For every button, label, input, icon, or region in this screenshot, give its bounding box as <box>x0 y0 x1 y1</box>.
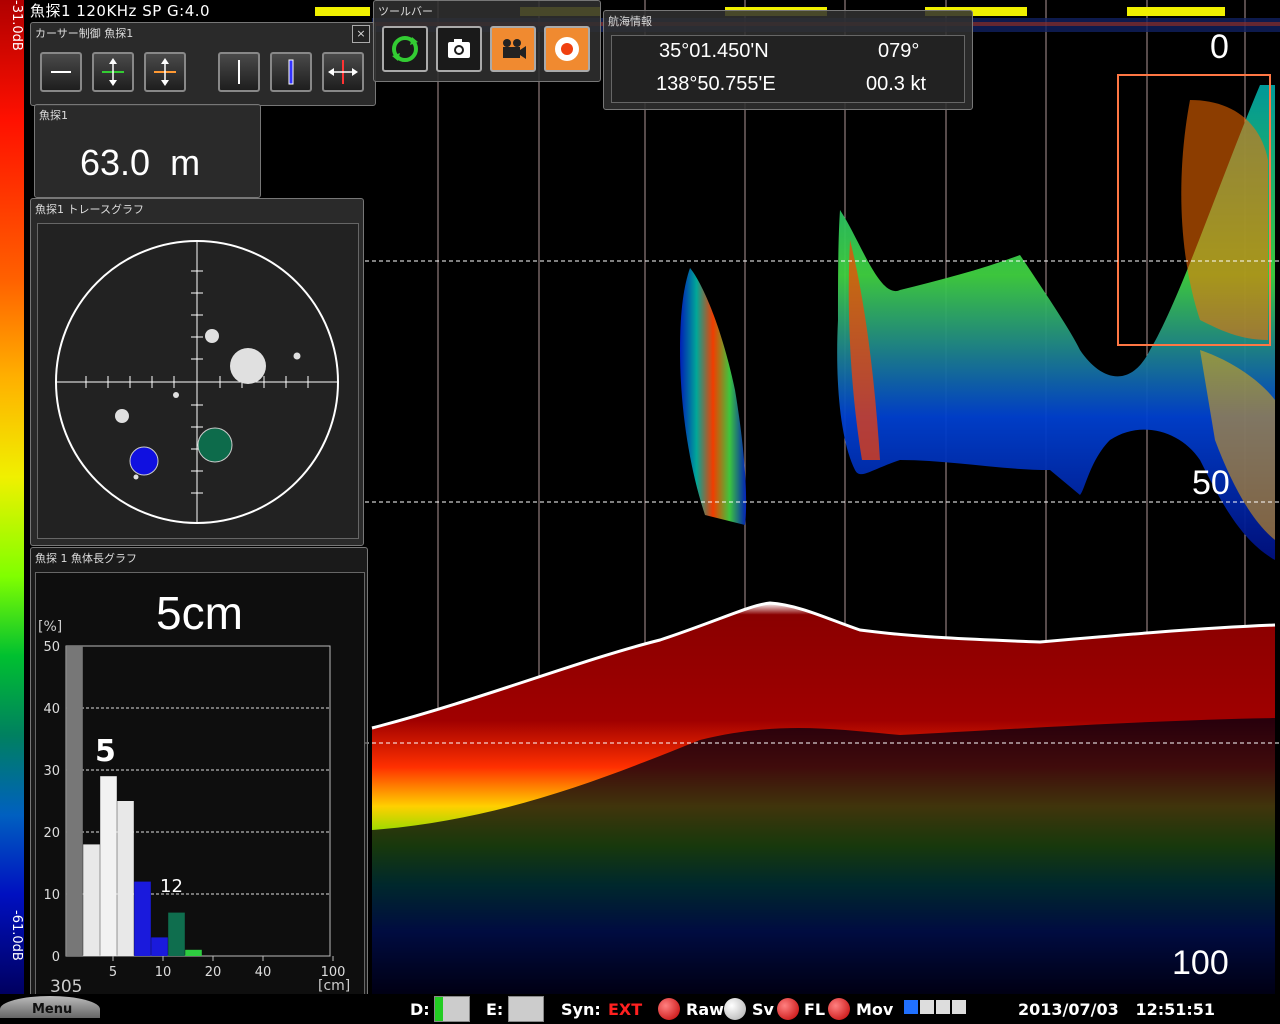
vertical-line-blue-icon <box>288 59 294 85</box>
camera-icon <box>448 39 470 58</box>
menu-button[interactable]: Menu <box>0 996 100 1018</box>
range-arrows-green-icon <box>102 58 124 86</box>
gain-scale-top: -31.0dB <box>9 0 24 51</box>
e-label: E: <box>486 1000 504 1019</box>
x-axis-unit: [cm] <box>318 978 351 994</box>
x-tick-label: 100 <box>321 965 346 980</box>
y-tick-label: 0 <box>52 950 60 965</box>
length-bar <box>83 844 100 956</box>
e-indicator[interactable] <box>508 996 544 1022</box>
horizontal-arrows-red-icon <box>328 60 358 84</box>
trace-graph-plot <box>55 240 339 524</box>
heading-value: 079° <box>878 40 920 62</box>
y-tick-label: 20 <box>43 826 60 841</box>
x-tick-label: 5 <box>109 965 117 980</box>
range-arrows-orange-icon <box>154 58 176 86</box>
y-tick-label: 40 <box>43 702 60 717</box>
y-tick-label: 30 <box>43 764 60 779</box>
length-bar <box>66 646 83 956</box>
latitude-value: 35°01.450'N <box>659 40 769 62</box>
length-bar <box>100 776 117 956</box>
length-bar <box>134 881 151 956</box>
close-button[interactable]: × <box>352 25 370 43</box>
depth-label-bottom: 100 <box>1172 944 1229 982</box>
refresh-icon <box>392 36 418 62</box>
vertical-cursor-blue-button[interactable] <box>270 52 312 92</box>
y-tick-label: 50 <box>43 640 60 655</box>
d-indicator[interactable] <box>434 996 470 1022</box>
screenshot-button[interactable] <box>436 26 482 72</box>
sv-label: Sv <box>752 1000 774 1019</box>
fl-indicator-icon[interactable] <box>777 998 799 1020</box>
horizontal-line-icon <box>51 71 71 73</box>
horizontal-expand-button[interactable] <box>322 52 364 92</box>
length-bar <box>168 912 185 956</box>
cursor-range-green-button[interactable] <box>92 52 134 92</box>
depth-label-mid: 50 <box>1192 464 1230 502</box>
menu-label: Menu <box>32 1002 73 1017</box>
x-tick-label: 20 <box>205 965 222 980</box>
video-camera-icon <box>503 39 526 59</box>
syn-value: EXT <box>608 1000 643 1019</box>
sv-indicator-icon[interactable] <box>724 998 746 1020</box>
toolbar-title: ツールバー <box>378 5 433 18</box>
length-bar <box>185 949 202 956</box>
fl-label: FL <box>804 1000 826 1019</box>
trace-panel-title: 魚探1 トレースグラフ <box>35 203 144 216</box>
longitude-value: 138°50.755'E <box>656 73 776 95</box>
length-panel-title: 魚探 1 魚体長グラフ <box>35 552 137 565</box>
gain-scale-bottom: -61.0dB <box>9 910 24 961</box>
mov-label: Mov <box>856 1000 894 1019</box>
syn-label: Syn: <box>561 1000 601 1019</box>
nav-panel-title: 航海情報 <box>608 15 652 28</box>
mov-indicator-icon[interactable] <box>828 998 850 1020</box>
speed-value: 00.3 kt <box>866 73 927 95</box>
depth-panel-title: 魚探1 <box>39 109 68 122</box>
window-title: 魚探1 120KHz SP G:4.0 <box>30 2 211 20</box>
y-tick-label: 10 <box>43 888 60 903</box>
depth-value: 63.0 m <box>80 142 201 183</box>
level-indicator <box>904 1000 968 1014</box>
datetime: 2013/07/03 12:51:51 <box>1018 1000 1216 1019</box>
x-tick-label: 10 <box>155 965 172 980</box>
cursor-panel-title: カーサー制御 魚探1 <box>35 27 134 40</box>
cursor-range-orange-button[interactable] <box>144 52 186 92</box>
vertical-cursor-button[interactable] <box>218 52 260 92</box>
vertical-line-icon <box>238 60 240 84</box>
depth-label-top: 0 <box>1210 28 1229 66</box>
video-record-button[interactable] <box>490 26 536 72</box>
raw-indicator-icon[interactable] <box>658 998 680 1020</box>
x-tick-label: 40 <box>255 965 272 980</box>
refresh-button[interactable] <box>382 26 428 72</box>
record-icon <box>555 37 579 61</box>
d-label: D: <box>410 1000 430 1019</box>
length-bar <box>151 937 168 956</box>
length-bar <box>117 801 134 956</box>
length-bar-chart: 0 10 20 30 40 50 5 10 20 40 100 <box>43 640 346 980</box>
cursor-line-button[interactable] <box>40 52 82 92</box>
record-button[interactable] <box>544 26 590 72</box>
raw-label: Raw <box>686 1000 724 1019</box>
